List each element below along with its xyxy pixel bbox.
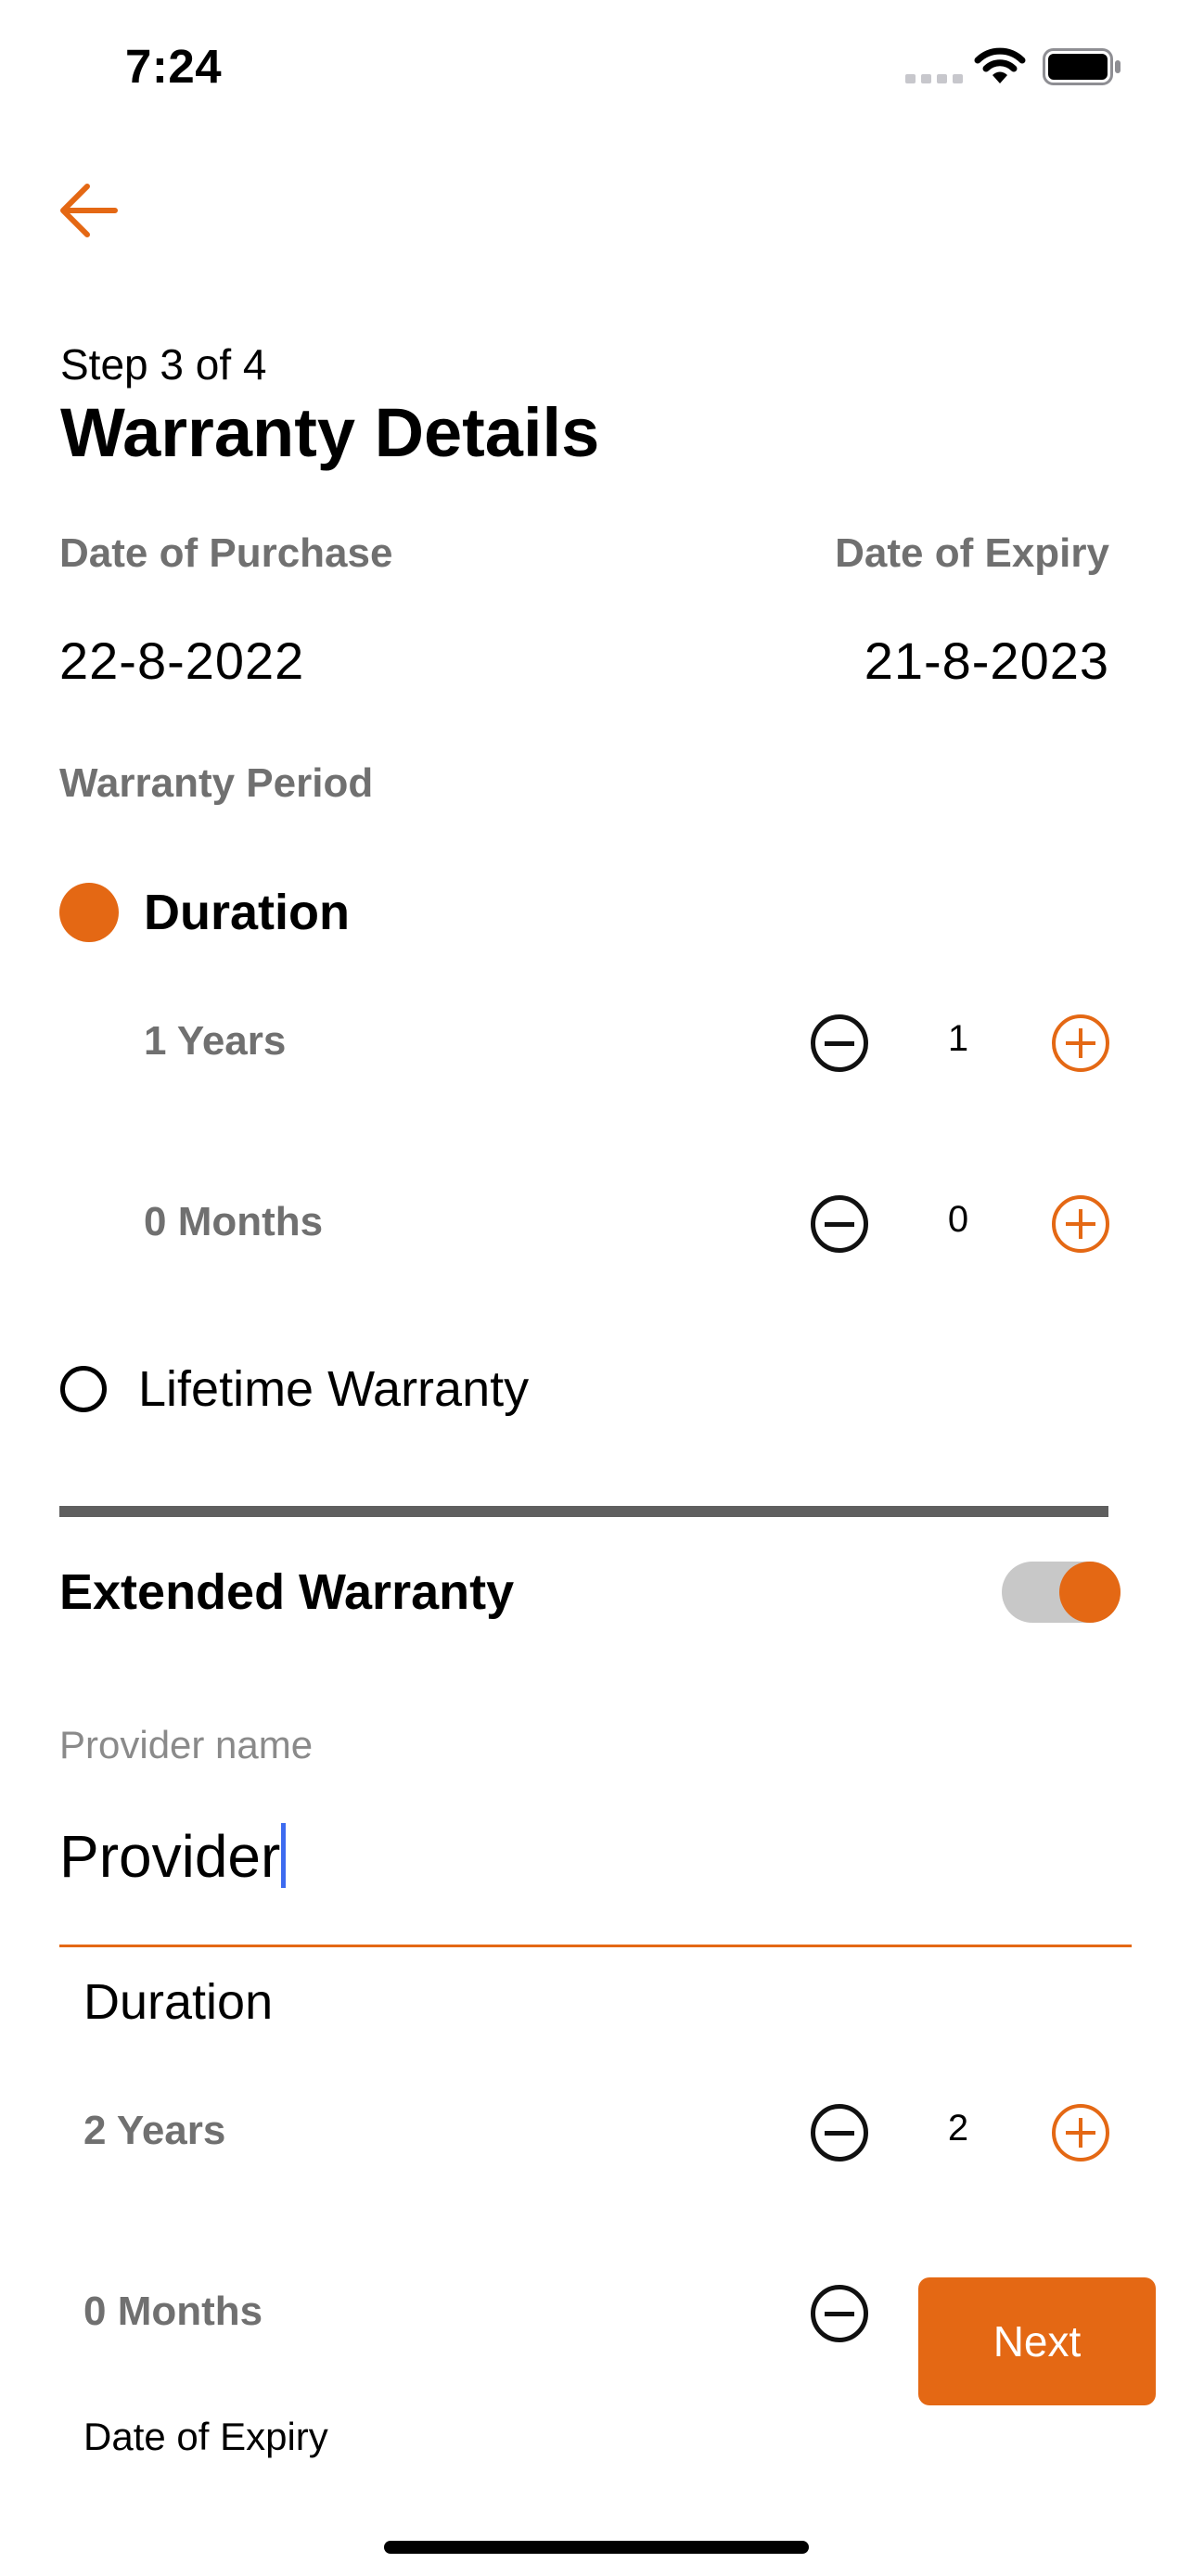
extended-years-decrement-button[interactable]	[811, 2104, 868, 2162]
expiry-date-label: Date of Expiry	[835, 530, 1109, 576]
extended-years-increment-button[interactable]	[1052, 2104, 1109, 2162]
months-increment-button[interactable]	[1052, 1195, 1109, 1253]
extended-years-count: 2	[947, 2108, 969, 2149]
duration-radio[interactable]	[59, 883, 119, 942]
page-title: Warranty Details	[60, 394, 600, 471]
status-time: 7:24	[125, 40, 223, 93]
months-label: 0 Months	[144, 1199, 324, 1244]
extended-years-label: 2 Years	[83, 2108, 226, 2153]
duration-radio-label: Duration	[144, 885, 350, 940]
home-indicator[interactable]	[384, 2541, 809, 2554]
battery-icon	[1043, 48, 1122, 90]
years-label: 1 Years	[144, 1018, 287, 1064]
extended-warranty-toggle[interactable]	[1002, 1562, 1121, 1623]
purchase-date-value[interactable]: 22-8-2022	[59, 631, 304, 691]
provider-name-label: Provider name	[59, 1723, 314, 1766]
extended-months-label: 0 Months	[83, 2289, 263, 2334]
extended-expiry-label: Date of Expiry	[83, 2415, 328, 2458]
text-cursor	[281, 1823, 287, 1888]
provider-name-input[interactable]: Provider	[59, 1822, 287, 1891]
years-increment-button[interactable]	[1052, 1014, 1109, 1072]
next-button[interactable]: Next	[918, 2277, 1156, 2405]
back-arrow-icon[interactable]	[56, 181, 121, 245]
lifetime-warranty-radio[interactable]	[60, 1366, 107, 1412]
years-decrement-button[interactable]	[811, 1014, 868, 1072]
provider-input-underline	[59, 1945, 1132, 1947]
warranty-period-label: Warranty Period	[59, 760, 374, 806]
provider-name-value: Provider	[59, 1823, 281, 1890]
lifetime-warranty-label: Lifetime Warranty	[138, 1361, 530, 1417]
extended-warranty-label: Extended Warranty	[59, 1564, 515, 1620]
extended-months-decrement-button[interactable]	[811, 2285, 868, 2342]
expiry-date-value[interactable]: 21-8-2023	[864, 631, 1109, 691]
cellular-signal-icon	[905, 74, 963, 83]
section-divider	[59, 1506, 1108, 1517]
toggle-knob	[1059, 1562, 1121, 1623]
months-decrement-button[interactable]	[811, 1195, 868, 1253]
years-count: 1	[947, 1018, 969, 1059]
purchase-date-label: Date of Purchase	[59, 530, 393, 576]
months-count: 0	[947, 1199, 969, 1240]
step-indicator: Step 3 of 4	[60, 340, 267, 389]
extended-duration-label: Duration	[83, 1974, 274, 2030]
wifi-icon	[974, 46, 1026, 90]
